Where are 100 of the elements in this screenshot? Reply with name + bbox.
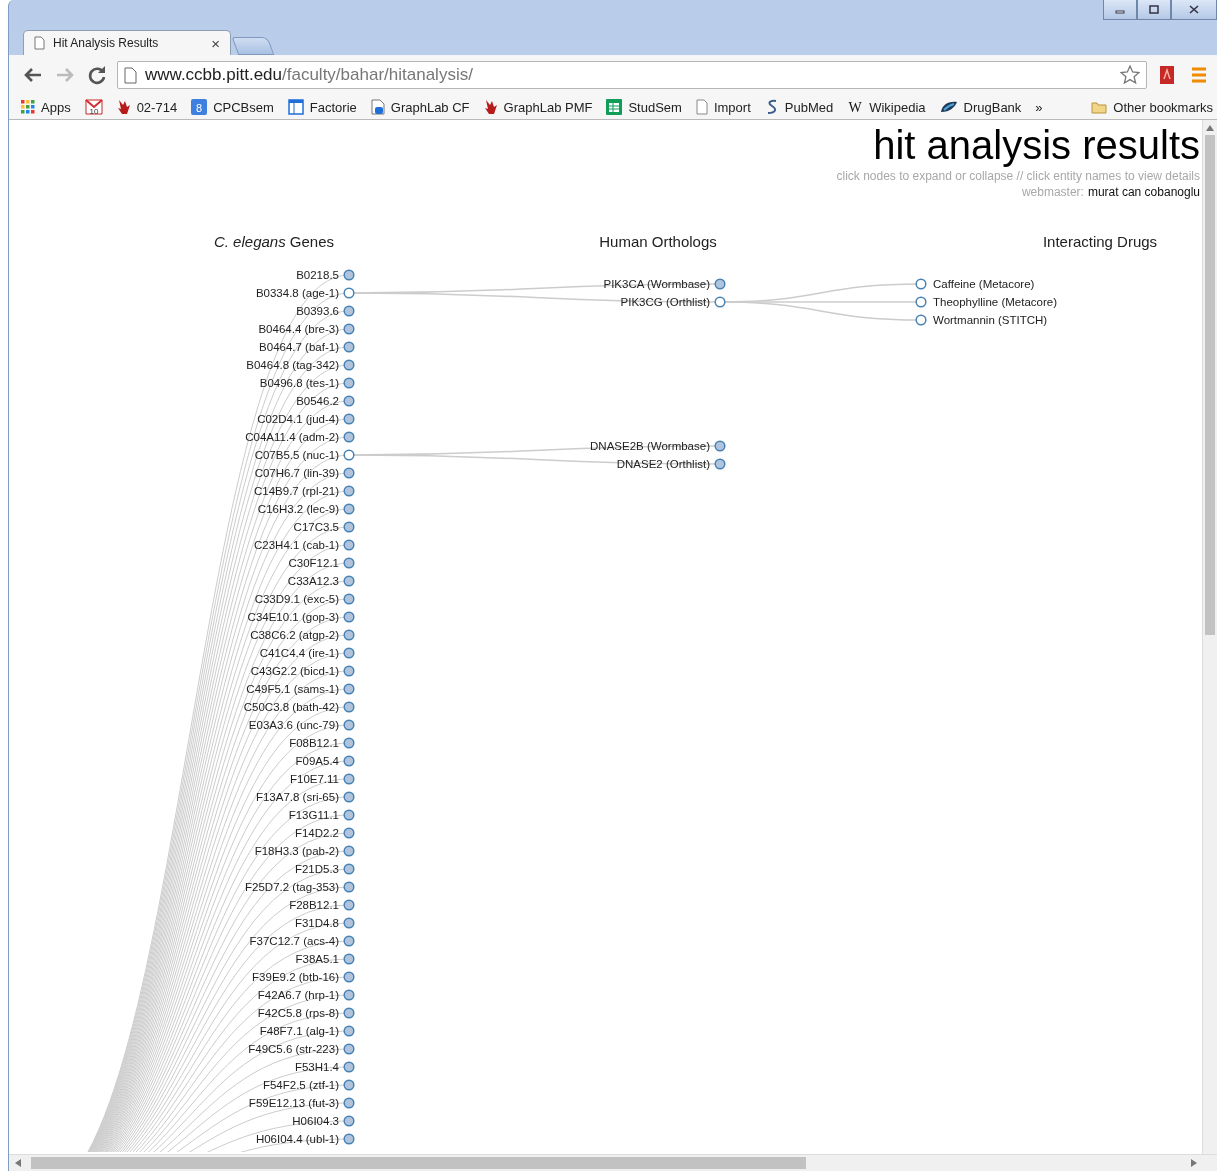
tree-node[interactable] [343,377,355,389]
tree-node[interactable] [343,323,355,335]
bookmark[interactable]: PubMed [764,99,834,115]
tree-node[interactable] [343,665,355,677]
scroll-left-icon[interactable] [15,1159,21,1167]
tree-node[interactable] [343,899,355,911]
tree-node[interactable] [343,575,355,587]
tree-node[interactable] [343,773,355,785]
tree-node[interactable] [343,1007,355,1019]
tree-node[interactable] [343,539,355,551]
tree-node[interactable] [343,521,355,533]
gene-label[interactable]: F53H1.4 [294,1061,339,1073]
tree-node[interactable] [714,440,726,452]
gene-label[interactable]: C30F12.1 [288,557,339,569]
gene-label[interactable]: F59E12.13 (fut-3) [248,1097,339,1109]
tree-node[interactable] [343,737,355,749]
tree-node[interactable] [343,719,355,731]
gene-label[interactable]: C23H4.1 (cab-1) [254,539,339,551]
gene-label[interactable]: C14B9.7 (rpl-21) [254,485,339,497]
maximize-icon[interactable] [1149,5,1159,14]
tree-node[interactable] [343,1043,355,1055]
bookmark[interactable]: 02-714 [116,99,178,115]
tree-node[interactable] [343,953,355,965]
scrollbar-thumb[interactable] [31,1157,806,1169]
gene-label[interactable]: F42A6.7 (hrp-1) [257,989,339,1001]
gene-label[interactable]: C04A11.4 (adm-2) [245,431,339,443]
gene-label[interactable]: C33D9.1 (exc-5) [254,593,339,605]
gene-label[interactable]: B0218.5 [296,269,339,281]
tree-node[interactable] [343,1061,355,1073]
scroll-up-icon[interactable] [1206,125,1214,131]
tree-node[interactable] [343,467,355,479]
bookmark[interactable]: Import [695,99,751,115]
mail-icon[interactable]: 10 [84,98,103,116]
gene-label[interactable]: C17C3.5 [293,521,339,533]
gene-label[interactable]: E03A3.6 (unc-79) [248,719,339,731]
gene-label[interactable]: F28B12.1 [289,899,339,911]
ortholog-label[interactable]: PIK3CG (Orthlist) [620,296,710,308]
gene-label[interactable]: B0496.8 (tes-1) [259,377,339,389]
gene-label[interactable]: C34E10.1 (gop-3) [247,611,339,623]
tree-node[interactable] [343,863,355,875]
tree-node[interactable] [343,485,355,497]
bookmark[interactable]: W Wikipedia [847,99,926,115]
drug-label[interactable]: Wortmannin (STITCH) [933,314,1048,326]
ortholog-label[interactable]: PIK3CA (Wormbase) [603,278,710,290]
gene-label[interactable]: F13A7.8 (sri-65) [255,791,339,803]
bookmark[interactable]: StudSem [606,99,682,115]
gene-label[interactable]: F08B12.1 [289,737,339,749]
gene-label[interactable]: B0464.7 (baf-1) [259,341,339,353]
tree-node[interactable] [343,359,355,371]
tree-node[interactable] [343,611,355,623]
gene-label[interactable]: H06I04.3 [292,1115,339,1127]
gene-label[interactable]: C07H6.7 (lin-39) [254,467,339,479]
drug-label[interactable]: Theophylline (Metacore) [933,296,1057,308]
gene-label[interactable]: B0393.6 [296,305,339,317]
tree-node[interactable] [343,647,355,659]
tree-node[interactable] [343,845,355,857]
address-field[interactable]: www.ccbb.pitt.edu/faculty/bahar/hitanalysis/ [117,61,1147,89]
gene-label[interactable]: C38C6.2 (atgp-2) [250,629,339,641]
tree-node[interactable] [343,341,355,353]
tree-node[interactable] [343,701,355,713]
tree-node[interactable] [343,503,355,515]
tree-node[interactable] [343,1133,355,1145]
gene-label[interactable]: F10E7.11 [290,773,339,785]
bookmark[interactable]: DrugBank [939,99,1022,115]
drug-label[interactable]: Caffeine (Metacore) [933,278,1035,290]
browser-tab[interactable]: Hit Analysis Results × [23,30,231,55]
gene-label[interactable]: F13G11.1 [288,809,339,821]
scrollbar-thumb[interactable] [1205,135,1215,635]
tree-node[interactable] [714,278,726,290]
tree-node[interactable] [343,755,355,767]
tree-node[interactable] [343,629,355,641]
close-icon[interactable] [1189,5,1199,14]
gene-label[interactable]: B0546.2 [296,395,339,407]
gene-label[interactable]: F18H3.3 (pab-2) [254,845,339,857]
gene-label[interactable]: F25D7.2 (tag-353) [245,881,339,893]
tree-node[interactable] [915,314,927,326]
gene-label[interactable]: F48F7.1 (alg-1) [259,1025,339,1037]
bookmark[interactable]: Apps [21,99,71,115]
tree-node[interactable] [343,395,355,407]
bookmark[interactable]: 8 CPCBsem [191,99,274,115]
gene-label[interactable]: C33A12.3 [287,575,339,587]
tree-node[interactable] [343,809,355,821]
tree-node[interactable] [343,557,355,569]
tree-node[interactable] [343,683,355,695]
gene-label[interactable]: F42C5.8 (rps-8) [257,1007,339,1019]
gene-label[interactable]: C43G2.2 (bicd-1) [250,665,339,677]
bookmark[interactable]: GraphLab PMF [483,99,593,115]
tree-node[interactable] [343,971,355,983]
star-icon[interactable] [1120,65,1140,85]
other-bookmarks-folder[interactable]: Other bookmarks [1091,99,1213,115]
tab-close-button[interactable]: × [211,34,220,52]
tree-node[interactable] [343,449,355,461]
tree-node[interactable] [343,917,355,929]
gene-label[interactable]: B0334.8 (age-1) [255,287,339,299]
tree-node[interactable] [343,287,355,299]
tree-node[interactable] [343,431,355,443]
gene-label[interactable]: B0464.8 (tag-342) [246,359,339,371]
tree-node[interactable] [915,296,927,308]
gene-label[interactable]: C49F5.1 (sams-1) [246,683,339,695]
ortholog-label[interactable]: DNASE2 (Orthlist) [616,458,710,470]
